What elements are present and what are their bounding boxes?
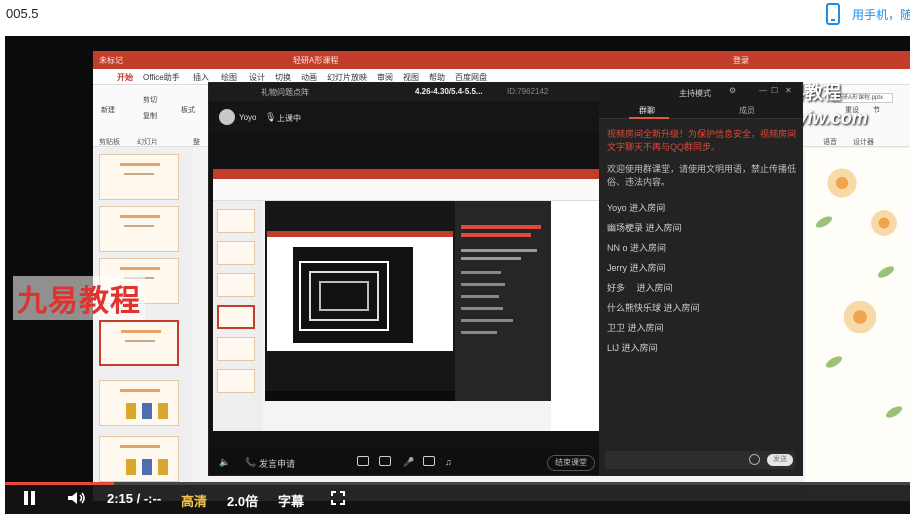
slide-thumbnail[interactable]: [99, 436, 179, 482]
meeting-id: ID:7962142: [507, 87, 549, 96]
active-tab-indicator: [629, 117, 669, 119]
time-display: 2:15 / -:--: [107, 491, 162, 506]
meeting-date-range: 4.26-4.30/5.4-5.5...: [415, 87, 483, 96]
upgrade-notice: 视频房间全新升级！为保护信息安全，视频房间文字聊天不再与QQ群同步。: [607, 129, 797, 152]
mobile-link[interactable]: 用手机，随: [852, 6, 910, 23]
ppt-title-bar: 未标记 轻研A形课程 登录: [93, 51, 910, 69]
ppt-file-tag: 轻研A形课程.pptx: [833, 93, 893, 103]
meeting-toolbar: 🔈 📞 发言申请 🎤 ♫ 结束课堂: [209, 449, 599, 475]
slide-thumbnail-selected[interactable]: [99, 320, 179, 366]
tab-insert[interactable]: 插入: [193, 72, 209, 83]
minimize-icon[interactable]: —: [759, 86, 767, 95]
join-message: 好多 进入房间: [607, 283, 673, 293]
progress-bar[interactable]: [5, 482, 910, 485]
meeting-window: 礼物问题点阵 4.26-4.30/5.4-5.5... ID:7962142 Y…: [208, 82, 803, 476]
page-number: 005.5: [6, 6, 39, 21]
meeting-title-bar: 礼物问题点阵 4.26-4.30/5.4-5.5... ID:7962142: [209, 83, 599, 101]
camera-icon[interactable]: [357, 456, 369, 466]
page-root: 005.5 用手机，随 未标记 轻研A形课程 登录 开始 Office助手 插入…: [0, 0, 910, 514]
tab-home[interactable]: 开始: [117, 72, 133, 83]
ribbon-group-voice: 语音: [823, 139, 837, 146]
slide-thumbnail-pane: [93, 148, 193, 501]
host-mode-label: 主持模式: [679, 89, 711, 98]
join-message: LIJ 进入房间: [607, 343, 658, 353]
ppt-title-left: 未标记: [99, 56, 123, 65]
volume-icon[interactable]: [67, 491, 87, 505]
settings-icon[interactable]: ⚙: [729, 86, 736, 95]
screen-share-view: [213, 169, 599, 431]
speed-button[interactable]: 2.0倍: [227, 491, 258, 510]
join-message: 幽场梗录 进入房间: [607, 223, 682, 233]
slide-thumbnail[interactable]: [99, 206, 179, 252]
nested-screen: [213, 169, 599, 431]
apply-speak-button[interactable]: 发言申请: [259, 457, 295, 470]
ppt-title-right: 登录: [733, 56, 749, 65]
emoji-icon[interactable]: [749, 454, 760, 465]
join-message: 卫卫 进入房间: [607, 323, 664, 333]
leaf-decoration: [824, 354, 844, 370]
flower-decoration: [825, 166, 859, 200]
slide-thumbnail[interactable]: [99, 380, 179, 426]
video-player[interactable]: 未标记 轻研A形课程 登录 开始 Office助手 插入 绘图 设计 切换 动画…: [5, 36, 910, 514]
screen-share-icon[interactable]: [379, 456, 391, 466]
phone-icon[interactable]: [826, 3, 840, 25]
tab-online-members[interactable]: 成员: [739, 105, 755, 116]
page-top-bar: 005.5 用手机，随: [0, 0, 910, 34]
player-controls: 2:15 / -:-- 高清 2.0倍 字幕: [5, 482, 910, 514]
join-message: 什么熊快乐球 进入房间: [607, 303, 700, 313]
music-icon[interactable]: ♫: [445, 457, 452, 467]
leaf-decoration: [876, 264, 896, 280]
end-class-button[interactable]: 结束课堂: [547, 455, 595, 471]
slide-decoration-area: [805, 148, 910, 501]
watermark-brand: 九易教程: [13, 276, 145, 320]
ppt-title-file: 轻研A形课程: [293, 56, 339, 65]
speaker-icon[interactable]: 🔈: [219, 457, 230, 468]
join-message: NN o 进入房间: [607, 243, 667, 253]
microphone-icon[interactable]: 🎤: [403, 457, 414, 468]
pause-icon[interactable]: [23, 491, 37, 505]
progress-fill: [5, 482, 114, 485]
join-message: Jerry 进入房间: [607, 263, 666, 273]
join-message: Yoyo 进入房间: [607, 203, 666, 213]
ribbon-cut[interactable]: 剪切: [143, 95, 157, 105]
send-button[interactable]: 发送: [767, 454, 793, 466]
ribbon-layout[interactable]: 板式: [181, 105, 195, 115]
ribbon-group-arrange: 整: [193, 139, 200, 146]
tab-office-helper[interactable]: Office助手: [143, 72, 180, 83]
ribbon-new[interactable]: 新建: [101, 105, 115, 115]
avatar: [219, 109, 235, 125]
flower-decoration: [869, 208, 899, 238]
leaf-decoration: [814, 214, 834, 230]
flower-decoration: [841, 298, 879, 336]
ribbon-group-designer: 设计器: [853, 139, 874, 146]
chat-tabs: 群聊 成员: [599, 101, 802, 119]
chat-input[interactable]: 发送: [605, 451, 795, 469]
class-status: 上课中: [277, 114, 301, 123]
presenter-name: Yoyo: [239, 113, 257, 122]
phone-call-icon: 📞: [245, 457, 257, 467]
close-icon[interactable]: ✕: [785, 86, 792, 95]
subtitles-button[interactable]: 字幕: [278, 491, 304, 510]
edit-icon[interactable]: [423, 456, 435, 466]
mic-icon: 🎙: [265, 112, 277, 122]
quality-button[interactable]: 高清: [181, 491, 207, 510]
ribbon-group-slides: 幻灯片: [137, 139, 158, 146]
tab-group-chat[interactable]: 群聊: [639, 105, 655, 116]
welcome-message: 欢迎使用群课堂，请使用文明用语，禁止传播低俗、违法内容。: [607, 164, 797, 187]
ribbon-group-clipboard: 剪贴板: [99, 139, 120, 146]
ribbon-section[interactable]: 节: [873, 105, 880, 115]
meeting-title: 礼物问题点阵: [261, 88, 309, 97]
slide-thumbnail[interactable]: [99, 154, 179, 200]
chat-header: 主持模式 ⚙ — ☐ ✕ 群聊 成员: [599, 83, 802, 119]
fullscreen-icon[interactable]: [331, 491, 345, 505]
presenter-bar: Yoyo 🎙 上课中: [209, 101, 599, 133]
chat-panel: 主持模式 ⚙ — ☐ ✕ 群聊 成员 视频房间全新升级！为保护信息安全，视频房间…: [599, 83, 802, 475]
leaf-decoration: [884, 404, 904, 420]
ribbon-copy[interactable]: 复制: [143, 111, 157, 121]
maximize-icon[interactable]: ☐: [771, 86, 778, 95]
